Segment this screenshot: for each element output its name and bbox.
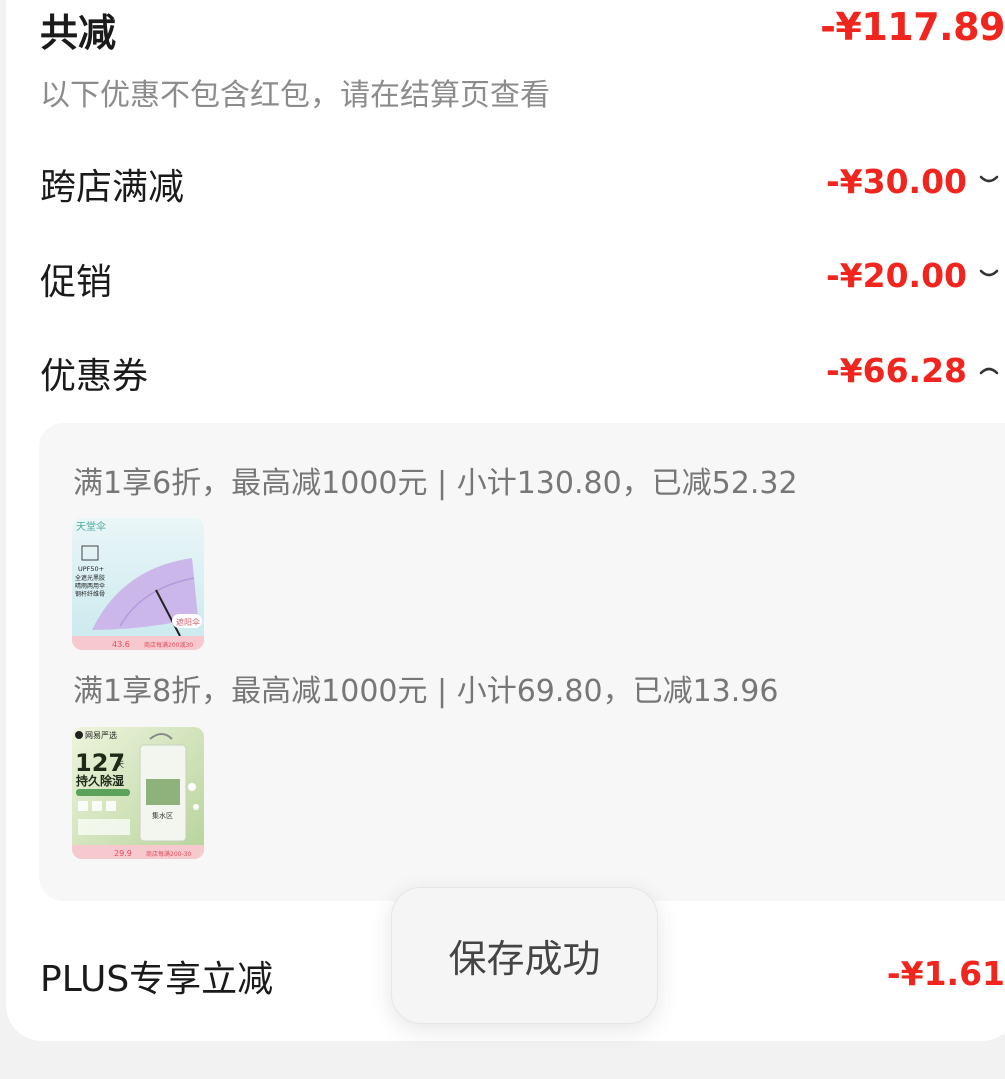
- umbrella-feature-text: 钢杆纤维骨: [75, 590, 105, 598]
- coupon-amount[interactable]: -¥66.28: [826, 351, 967, 390]
- toast-text: 保存成功: [448, 937, 601, 981]
- umbrella-upf-text: UPF50+: [78, 565, 104, 573]
- dehumidifier-days-unit: 天: [116, 760, 124, 769]
- umbrella-feature-text: 晴雨两用伞: [75, 582, 105, 590]
- dehumidifier-product-image[interactable]: 网易严选 127 天 持久除湿 集水区 29.9 商店每满200-30: [72, 727, 204, 859]
- chevron-up-icon[interactable]: [976, 356, 1002, 382]
- umbrella-brand-text: 天堂伞: [76, 520, 106, 533]
- coupon-label[interactable]: 优惠券: [40, 347, 148, 399]
- chevron-down-icon[interactable]: [976, 168, 1002, 194]
- promotion-amount[interactable]: -¥20.00: [826, 256, 967, 295]
- discount-note: 以下优惠不包含红包，请在结算页查看: [40, 78, 550, 113]
- dehumidifier-price-text: 29.9: [114, 849, 132, 858]
- umbrella-promo-text: 商店每满200减30: [144, 641, 193, 649]
- dehumidifier-brand-text: 网易严选: [85, 730, 117, 740]
- cross-store-discount-amount[interactable]: -¥30.00: [826, 162, 967, 201]
- umbrella-badge-text: 遮阳伞: [176, 617, 200, 627]
- dehumidifier-promo-text: 商店每满200-30: [146, 850, 191, 858]
- total-discount-amount: -¥117.89: [820, 5, 1005, 49]
- coupon-group-title: 满1享8折，最高减1000元 | 小计69.80，已减13.96: [73, 674, 779, 709]
- promotion-label[interactable]: 促销: [40, 253, 112, 305]
- dehumidifier-headline: 持久除湿: [76, 773, 124, 788]
- save-success-toast: 保存成功: [391, 887, 658, 1024]
- chevron-down-icon[interactable]: [976, 262, 1002, 288]
- umbrella-feature-text: 全遮光黑胶: [75, 574, 105, 582]
- dehumidifier-label-text: 集水区: [152, 811, 173, 820]
- umbrella-price-text: 43.6: [112, 640, 130, 649]
- coupon-group-title: 满1享6折，最高减1000元 | 小计130.80，已减52.32: [73, 466, 798, 501]
- umbrella-product-image[interactable]: 天堂伞 UPF50+ 全遮光黑胶 晴雨两用伞 钢杆纤维骨 遮阳伞 43.6 商店…: [72, 518, 204, 650]
- plus-discount-label: PLUS专享立减: [40, 959, 274, 1000]
- plus-discount-amount: -¥1.61: [886, 954, 1005, 993]
- total-discount-label: 共减: [40, 11, 117, 55]
- cross-store-discount-label[interactable]: 跨店满减: [40, 158, 184, 210]
